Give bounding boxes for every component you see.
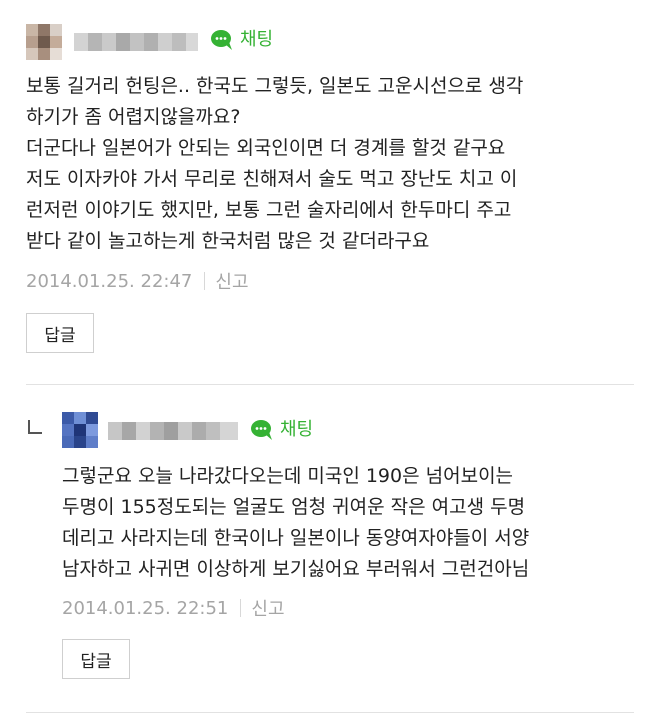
nickname-blurred[interactable] — [108, 422, 238, 440]
chat-bubble-icon — [250, 419, 275, 441]
comment-meta: 2014.01.25. 22:51 신고 — [62, 595, 285, 621]
comment-line: 하기가 좀 어렵지않을까요? — [26, 106, 241, 128]
comment-line: 남자하고 사귀면 이상하게 보기싫어요 부러워서 그런건아님 — [62, 558, 530, 580]
comment-date: 2014.01.25. 22:51 — [62, 597, 229, 619]
reply-button[interactable]: 답글 — [62, 639, 130, 679]
report-link[interactable]: 신고 — [251, 595, 284, 621]
avatar[interactable] — [62, 412, 98, 448]
reply-indent-icon — [28, 420, 42, 434]
comment-meta: 2014.01.25. 22:47 신고 — [26, 268, 249, 294]
comment-item: 채팅 보통 길거리 헌팅은.. 한국도 그렇듯, 일본도 고운시선으로 생각 하… — [0, 0, 660, 385]
chat-label: 채팅 — [280, 419, 314, 440]
comment-line: 런저런 이야기도 했지만, 보통 그런 술자리에서 한두마디 주고 — [26, 199, 512, 221]
chat-link[interactable]: 채팅 — [210, 28, 273, 52]
chat-bubble-icon — [210, 29, 235, 51]
report-link[interactable]: 신고 — [215, 268, 248, 294]
comment-line: 두명이 155정도되는 얼굴도 엄청 귀여운 작은 여고생 두명 — [62, 496, 526, 518]
comment-line: 저도 이자카야 가서 무리로 친해져서 술도 먹고 장난도 치고 이 — [26, 168, 518, 190]
chat-label: 채팅 — [240, 29, 274, 50]
reply-comment-item: 채팅 그렇군요 오늘 나라갔다오는데 미국인 190은 넘어보이는 두명이 15… — [0, 386, 660, 723]
divider — [26, 384, 634, 385]
comment-line: 데리고 사라지는데 한국이나 일본이나 동양여자야들이 서양 — [62, 527, 530, 549]
comment-text: 그렇군요 오늘 나라갔다오는데 미국인 190은 넘어보이는 두명이 155정도… — [62, 461, 529, 585]
nickname-blurred[interactable] — [74, 33, 198, 51]
divider — [26, 712, 634, 713]
reply-button[interactable]: 답글 — [26, 313, 94, 353]
comment-line: 그렇군요 오늘 나라갔다오는데 미국인 190은 넘어보이는 — [62, 465, 514, 487]
avatar[interactable] — [26, 24, 62, 60]
comment-line: 보통 길거리 헌팅은.. 한국도 그렇듯, 일본도 고운시선으로 생각 — [26, 75, 524, 97]
comment-line: 받다 같이 놀고하는게 한국처럼 많은 것 같더라구요 — [26, 230, 430, 252]
comment-text: 보통 길거리 헌팅은.. 한국도 그렇듯, 일본도 고운시선으로 생각 하기가 … — [26, 71, 523, 257]
comment-date: 2014.01.25. 22:47 — [26, 270, 193, 292]
comment-line: 더군다나 일본어가 안되는 외국인이면 더 경계를 할것 같구요 — [26, 137, 506, 159]
chat-link[interactable]: 채팅 — [250, 418, 313, 442]
meta-separator — [240, 599, 242, 617]
meta-separator — [204, 272, 206, 290]
